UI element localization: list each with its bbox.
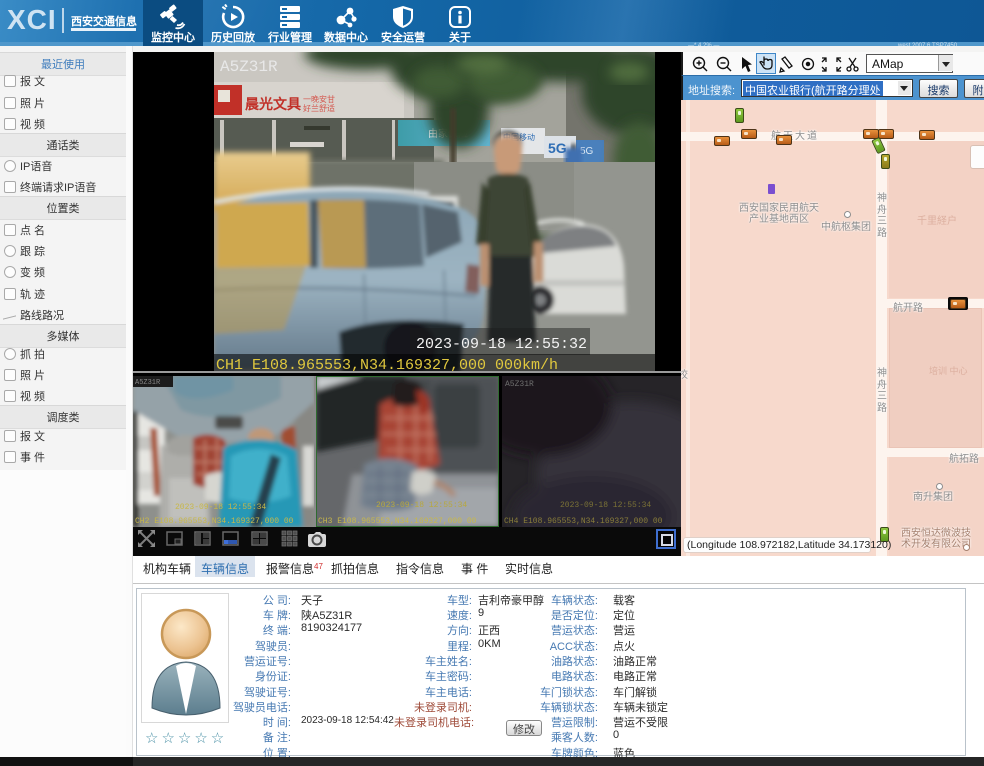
svg-text:CH2 E108.965553,N34.169327,000: CH2 E108.965553,N34.169327,000 00 bbox=[135, 517, 294, 526]
svg-text:2023-09-18 12:55:34: 2023-09-18 12:55:34 bbox=[175, 503, 266, 512]
svg-text:CH3 E108.965553,N34.169327,000: CH3 E108.965553,N34.169327,000 00 bbox=[318, 517, 477, 526]
svg-text:好兰舒适: 好兰舒适 bbox=[303, 103, 335, 113]
svg-text:CH1 E108.965553,N34.169327,000: CH1 E108.965553,N34.169327,000 000km/h bbox=[216, 357, 558, 372]
svg-text:A5Z31R: A5Z31R bbox=[220, 58, 278, 76]
svg-text:2023-09-18 12:55:34: 2023-09-18 12:55:34 bbox=[560, 501, 651, 510]
svg-text:一晚安甘: 一晚安甘 bbox=[303, 94, 335, 104]
svg-text:5G: 5G bbox=[580, 146, 594, 157]
svg-text:CH4 E108.965553,N34.169327,000: CH4 E108.965553,N34.169327,000 00 bbox=[504, 517, 663, 526]
svg-text:2023-09-18 12:55:32: 2023-09-18 12:55:32 bbox=[416, 336, 587, 353]
svg-text:晨光文具: 晨光文具 bbox=[245, 96, 301, 112]
svg-text:2023-09-18 12:55:34: 2023-09-18 12:55:34 bbox=[376, 501, 467, 510]
svg-text:A5Z31R: A5Z31R bbox=[135, 379, 161, 387]
svg-text:A5Z31R: A5Z31R bbox=[505, 380, 534, 389]
svg-text:5G: 5G bbox=[548, 140, 567, 156]
